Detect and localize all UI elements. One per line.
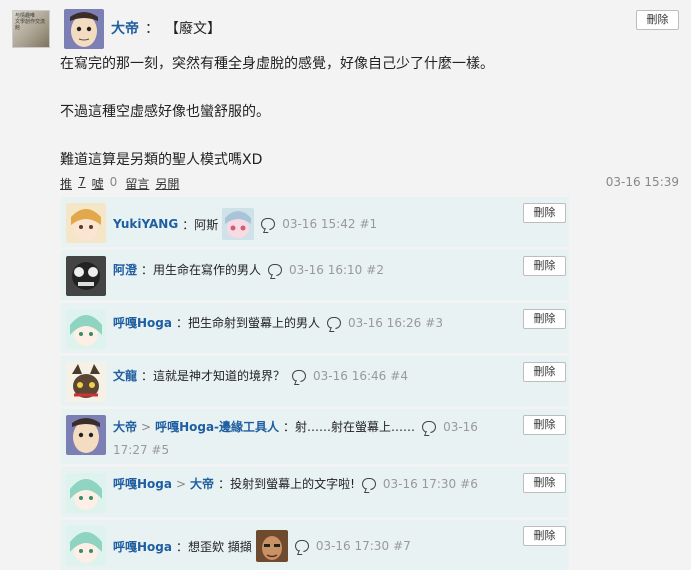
reply-comment-icon[interactable]: [261, 218, 276, 230]
reply-author[interactable]: 阿澄: [113, 261, 137, 278]
reply-delete-button[interactable]: 刪除: [523, 203, 566, 223]
reply-comment-icon[interactable]: [361, 477, 376, 490]
post-line: [60, 76, 660, 100]
reply-floor: #1: [359, 217, 378, 231]
reply-target[interactable]: 大帝: [190, 475, 214, 492]
reply-item: 大帝 > 呼嘎Hoga-邊緣工具人 ：射……射在螢幕上…… 03-16 17:2…: [61, 409, 569, 464]
reply-text: ：射……射在螢幕上……: [283, 420, 416, 434]
reply-avatar[interactable]: [66, 203, 106, 243]
post-line: 難道這算是另類的聖人模式嗎XD: [60, 152, 263, 168]
reply-comment-icon[interactable]: [422, 420, 437, 433]
post-line: 不過這種空虛感好像也蠻舒服的。: [60, 104, 270, 120]
reply-delete-button[interactable]: 刪除: [523, 309, 566, 329]
reply-arrow: >: [175, 476, 187, 491]
reply-text: ：想歪欸 擷擷: [175, 539, 252, 554]
reply-time: 03-16 16:10: [289, 262, 363, 277]
reply-comment-icon[interactable]: [294, 540, 309, 552]
post-line: 在寫完的那一刻，突然有種全身虛脫的感覺，好像自己少了什麼一樣。: [60, 56, 494, 72]
post-actions: 推 7 噓 0 留言 另開: [60, 175, 179, 192]
reply-delete-button[interactable]: 刪除: [523, 256, 566, 276]
post-tag: 【廢文】: [165, 21, 221, 37]
push-count[interactable]: 7: [78, 175, 86, 192]
boo-count: 0: [109, 175, 118, 189]
reply-item: 呼嘎Hoga ：想歪欸 擷擷 03-16 17:30 #7 刪除: [61, 520, 569, 570]
reply-time: 03-16 15:42: [282, 217, 356, 231]
post-colon: ：: [145, 21, 159, 37]
reply-avatar[interactable]: [66, 415, 106, 455]
reply-time: 03-16 17:30: [382, 476, 457, 491]
reply-item: 呼嘎Hoga ：把生命射到螢幕上的男人 03-16 16:26 #3 刪除: [61, 303, 569, 353]
reply-text: ：阿斯: [182, 217, 219, 232]
sticker-image: [222, 208, 255, 240]
reply-avatar[interactable]: [66, 362, 106, 402]
reply-avatar[interactable]: [66, 256, 106, 296]
push-link[interactable]: 推: [60, 175, 72, 192]
reply-floor: #7: [393, 539, 411, 553]
boo-link[interactable]: 噓: [92, 175, 104, 192]
reply-text: ：把生命射到螢幕上的男人: [175, 316, 320, 330]
board-thumbnail[interactable]: 与情趣唯 文學創作交流館: [12, 10, 50, 48]
reply-floor: #3: [425, 315, 443, 330]
post-header: 大帝 ： 【廢文】: [111, 18, 221, 38]
reply-text: ：這就是神才知道的境界？: [141, 369, 286, 383]
reply-floor: #4: [390, 368, 408, 383]
post-author-name[interactable]: 大帝: [111, 18, 139, 38]
reply-item: 呼嘎Hoga > 大帝 ：投射到螢幕上的文字啦! 03-16 17:30 #6 …: [61, 467, 569, 517]
reply-comment-icon[interactable]: [268, 263, 283, 276]
reply-item: YukiYANG ：阿斯 03-16 15:42 #1 刪除: [61, 197, 569, 247]
comment-link[interactable]: 留言: [125, 175, 149, 192]
reply-text: ：用生命在寫作的男人: [141, 263, 262, 277]
reply-text: ：投射到螢幕上的文字啦!: [218, 477, 355, 491]
reply-author[interactable]: 大帝: [113, 418, 137, 435]
reply-floor: #6: [460, 476, 478, 491]
reply-author[interactable]: 文龍: [113, 367, 137, 384]
reply-meta-wrap: 17:27 #5: [113, 443, 169, 457]
reply-time: 03-16: [443, 419, 478, 434]
author-avatar[interactable]: [64, 9, 104, 49]
reply-item: 阿澄 ：用生命在寫作的男人 03-16 16:10 #2 刪除: [61, 250, 569, 300]
reply-delete-button[interactable]: 刪除: [523, 526, 566, 546]
reply-delete-button[interactable]: 刪除: [523, 473, 566, 493]
reply-arrow: >: [141, 419, 152, 434]
reply-author[interactable]: 呼嘎Hoga: [113, 475, 172, 492]
post-timestamp: 03-16 15:39: [605, 175, 679, 189]
reply-comment-icon[interactable]: [327, 316, 341, 329]
reply-floor: #5: [151, 443, 170, 457]
reply-author[interactable]: YukiYANG: [113, 217, 178, 231]
reply-time: 03-16 16:26: [348, 315, 422, 330]
open-link[interactable]: 另開: [155, 175, 179, 192]
reply-author[interactable]: 呼嘎Hoga: [113, 314, 172, 331]
reply-floor: #2: [366, 262, 384, 277]
post-body: 在寫完的那一刻，突然有種全身虛脫的感覺，好像自己少了什麼一樣。 不過這種空虛感好…: [60, 52, 660, 172]
reply-item: 文龍 ：這就是神才知道的境界？ 03-16 16:46 #4 刪除: [61, 356, 569, 406]
board-thumbnail-text: 与情趣唯 文學創作交流館: [15, 13, 46, 31]
reply-target[interactable]: 呼嘎Hoga-邊緣工具人: [155, 418, 279, 435]
reply-delete-button[interactable]: 刪除: [523, 362, 566, 382]
sticker-image: [255, 530, 288, 562]
reply-author[interactable]: 呼嘎Hoga: [113, 538, 172, 555]
reply-delete-button[interactable]: 刪除: [523, 415, 566, 435]
reply-avatar[interactable]: [66, 473, 106, 513]
reply-avatar[interactable]: [66, 526, 106, 566]
reply-comment-icon[interactable]: [292, 369, 307, 382]
reply-time: 03-16 16:46: [313, 368, 387, 383]
reply-avatar[interactable]: [66, 309, 106, 349]
reply-time: 03-16 17:30: [315, 539, 390, 553]
reply-time: 17:27: [113, 443, 148, 457]
post-line: [60, 124, 660, 148]
post-delete-button[interactable]: 刪除: [636, 10, 679, 30]
